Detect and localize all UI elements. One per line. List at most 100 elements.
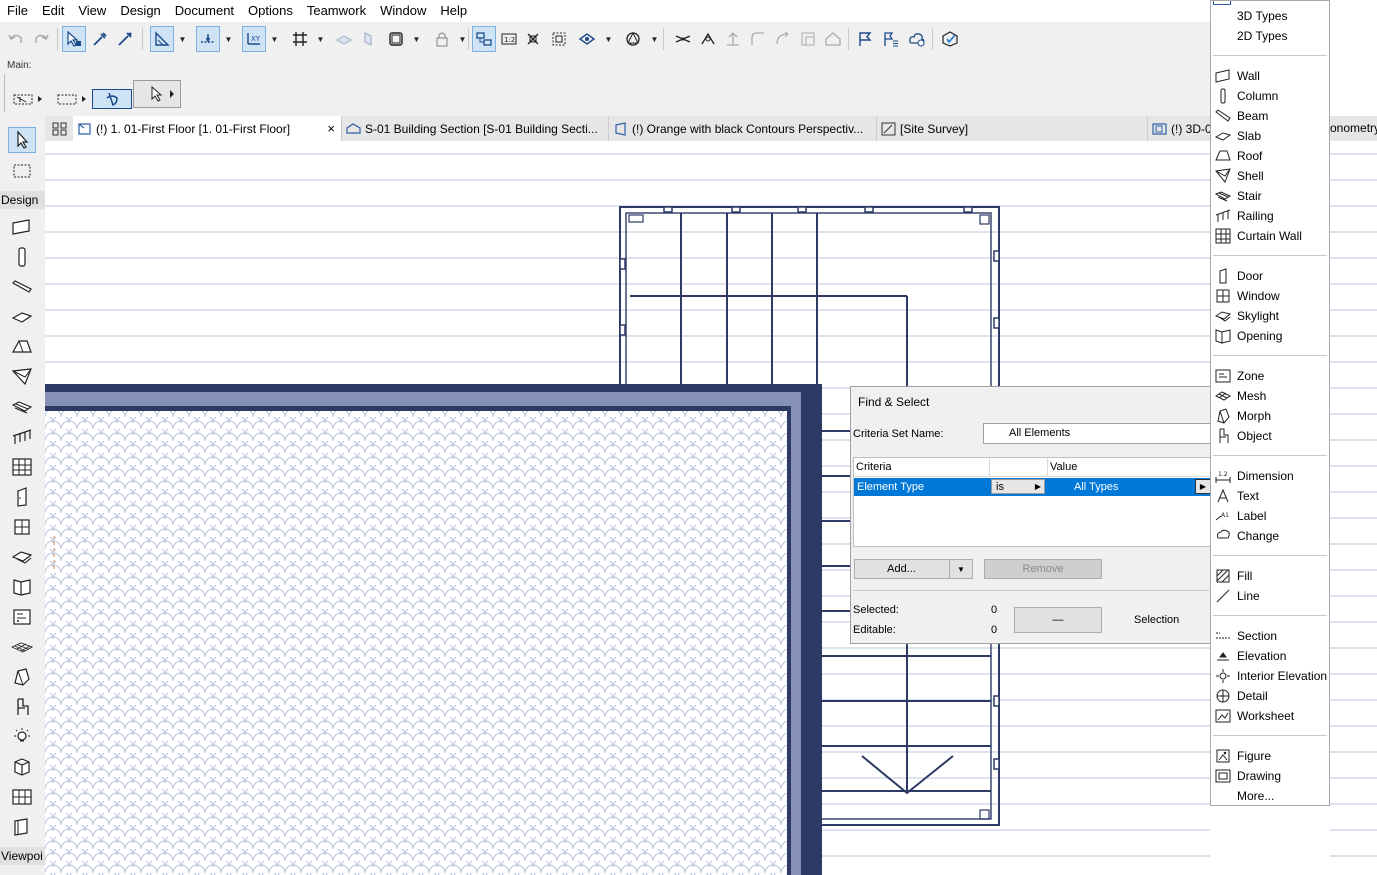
menu-options[interactable]: Options — [241, 0, 300, 22]
arrow-tool-button[interactable] — [133, 80, 181, 108]
menu-item-worksheet[interactable]: Worksheet — [1211, 706, 1329, 726]
zone-tool-icon[interactable] — [8, 604, 36, 630]
roof-tool-icon[interactable] — [8, 334, 36, 360]
window-tool-icon[interactable] — [8, 514, 36, 540]
adjust-icon[interactable] — [696, 26, 720, 52]
curtain-grid-tool-icon[interactable] — [8, 784, 36, 810]
menu-teamwork[interactable]: Teamwork — [300, 0, 373, 22]
3d-document-tool-icon[interactable] — [8, 754, 36, 780]
lamp-tool-icon[interactable] — [8, 724, 36, 750]
morph-tool-icon[interactable] — [8, 664, 36, 690]
marquee-tool-icon[interactable] — [8, 158, 36, 184]
syringe-icon[interactable] — [113, 26, 137, 52]
menu-help[interactable]: Help — [433, 0, 474, 22]
explode-icon[interactable] — [521, 26, 545, 52]
menu-item-more[interactable]: More... — [1211, 786, 1329, 805]
table-row[interactable]: Element Type is ▶ All Types ▶ — [854, 478, 1212, 496]
wall-tool-icon[interactable] — [8, 214, 36, 240]
tab-perspective[interactable]: (!) Orange with black Contours Perspecti… — [608, 116, 876, 141]
menu-item-fill[interactable]: Fill — [1211, 566, 1329, 586]
menu-item-wall[interactable]: Wall — [1211, 66, 1329, 86]
slab-tool-icon[interactable] — [8, 304, 36, 330]
tab-building-section[interactable]: S-01 Building Section [S-01 Building Sec… — [341, 116, 608, 141]
stair-tool-icon[interactable] — [8, 394, 36, 420]
menu-item-zone[interactable]: Zone — [1211, 366, 1329, 386]
menu-item-column[interactable]: Column — [1211, 86, 1329, 106]
sun-icon[interactable] — [621, 26, 645, 52]
arrow-tool-icon[interactable] — [8, 127, 36, 153]
door-tool-icon[interactable] — [8, 484, 36, 510]
menu-item-object[interactable]: Object — [1211, 426, 1329, 446]
menu-item-detail[interactable]: Detail — [1211, 686, 1329, 706]
close-icon[interactable]: × — [327, 121, 335, 136]
menu-design[interactable]: Design — [113, 0, 167, 22]
toolbox-viewpoint-header[interactable]: Viewpoi — [0, 847, 45, 865]
redo-icon[interactable] — [29, 26, 53, 52]
chevron-down-icon[interactable]: ▼ — [315, 26, 326, 52]
object-tool-icon[interactable] — [8, 694, 36, 720]
suspend-groups-icon[interactable] — [472, 26, 496, 52]
snap-guides-icon[interactable] — [196, 26, 220, 52]
wall-end-tool-icon[interactable] — [8, 814, 36, 840]
opening-tool-icon[interactable] — [8, 574, 36, 600]
grid-snap-icon[interactable] — [288, 26, 312, 52]
3d-check-icon[interactable] — [938, 26, 962, 52]
menu-item-section[interactable]: Section — [1211, 626, 1329, 646]
remove-button[interactable]: Remove — [984, 559, 1102, 579]
menu-item-roof[interactable]: Roof — [1211, 146, 1329, 166]
layers-icon[interactable] — [332, 26, 356, 52]
tab-axonometry-label[interactable]: onometry — [1330, 116, 1377, 141]
railing-tool-icon[interactable] — [8, 424, 36, 450]
toolbox-design-header[interactable]: Design — [0, 191, 45, 209]
menu-item-2d-types[interactable]: 2D Types — [1211, 26, 1329, 46]
deselect-button[interactable]: — — [1014, 607, 1102, 633]
chevron-down-icon[interactable]: ▼ — [457, 26, 468, 52]
value-picker-icon[interactable]: ▶ — [1195, 479, 1211, 494]
offset-icon[interactable] — [771, 26, 795, 52]
flag-list-icon[interactable] — [879, 26, 903, 52]
view-frame-icon[interactable] — [384, 26, 408, 52]
menu-item-figure[interactable]: Figure — [1211, 746, 1329, 766]
menu-item-window[interactable]: Window — [1211, 286, 1329, 306]
menu-item-label[interactable]: A1 Label — [1211, 506, 1329, 526]
menu-item-skylight[interactable]: Skylight — [1211, 306, 1329, 326]
quick-selection-button[interactable] — [92, 89, 132, 109]
menu-item-mesh[interactable]: Mesh — [1211, 386, 1329, 406]
chevron-down-icon[interactable]: ▼ — [603, 26, 614, 52]
chevron-down-icon[interactable]: ▼ — [949, 559, 973, 579]
transform-icon[interactable] — [575, 26, 599, 52]
menu-item-line[interactable]: Line — [1211, 586, 1329, 606]
snap-points-icon[interactable]: XY — [242, 26, 266, 52]
lock-icon[interactable] — [430, 26, 454, 52]
operator-select[interactable]: is ▶ — [991, 479, 1045, 494]
menu-view[interactable]: View — [71, 0, 113, 22]
menu-item-drawing[interactable]: Drawing — [1211, 766, 1329, 786]
tab-overview-icon[interactable] — [45, 116, 73, 141]
tab-3d[interactable]: (!) 3D-0 — [1147, 116, 1210, 141]
roof-trim-icon[interactable] — [821, 26, 845, 52]
elevate-icon[interactable] — [721, 26, 745, 52]
menu-file[interactable]: File — [0, 0, 35, 22]
curtain-wall-tool-icon[interactable] — [8, 454, 36, 480]
menu-item-change[interactable]: Change — [1211, 526, 1329, 546]
menu-item-opening[interactable]: Opening — [1211, 326, 1329, 346]
bim-cloud-icon[interactable] — [905, 26, 929, 52]
menu-item-curtain-wall[interactable]: Curtain Wall — [1211, 226, 1329, 246]
menu-item-morph[interactable]: Morph — [1211, 406, 1329, 426]
eyedropper-icon[interactable] — [88, 26, 112, 52]
mesh-tool-icon[interactable] — [8, 634, 36, 660]
menu-item-3d-types[interactable]: 3D Types — [1211, 6, 1329, 26]
menu-item-slab[interactable]: Slab — [1211, 126, 1329, 146]
criteria-set-name-field[interactable]: All Elements — [983, 423, 1213, 444]
chevron-down-icon[interactable]: ▼ — [269, 26, 280, 52]
selection-method-button[interactable] — [7, 89, 47, 109]
chevron-down-icon[interactable]: ▼ — [411, 26, 422, 52]
menu-window[interactable]: Window — [373, 0, 433, 22]
shell-tool-icon[interactable] — [8, 364, 36, 390]
chevron-down-icon[interactable]: ▼ — [177, 26, 188, 52]
menu-item-stair[interactable]: Stair — [1211, 186, 1329, 206]
scale-icon[interactable]: 1:2 — [497, 26, 521, 52]
beam-tool-icon[interactable] — [8, 274, 36, 300]
guide-lines-icon[interactable] — [150, 26, 174, 52]
marquee-method-button[interactable] — [53, 89, 89, 109]
